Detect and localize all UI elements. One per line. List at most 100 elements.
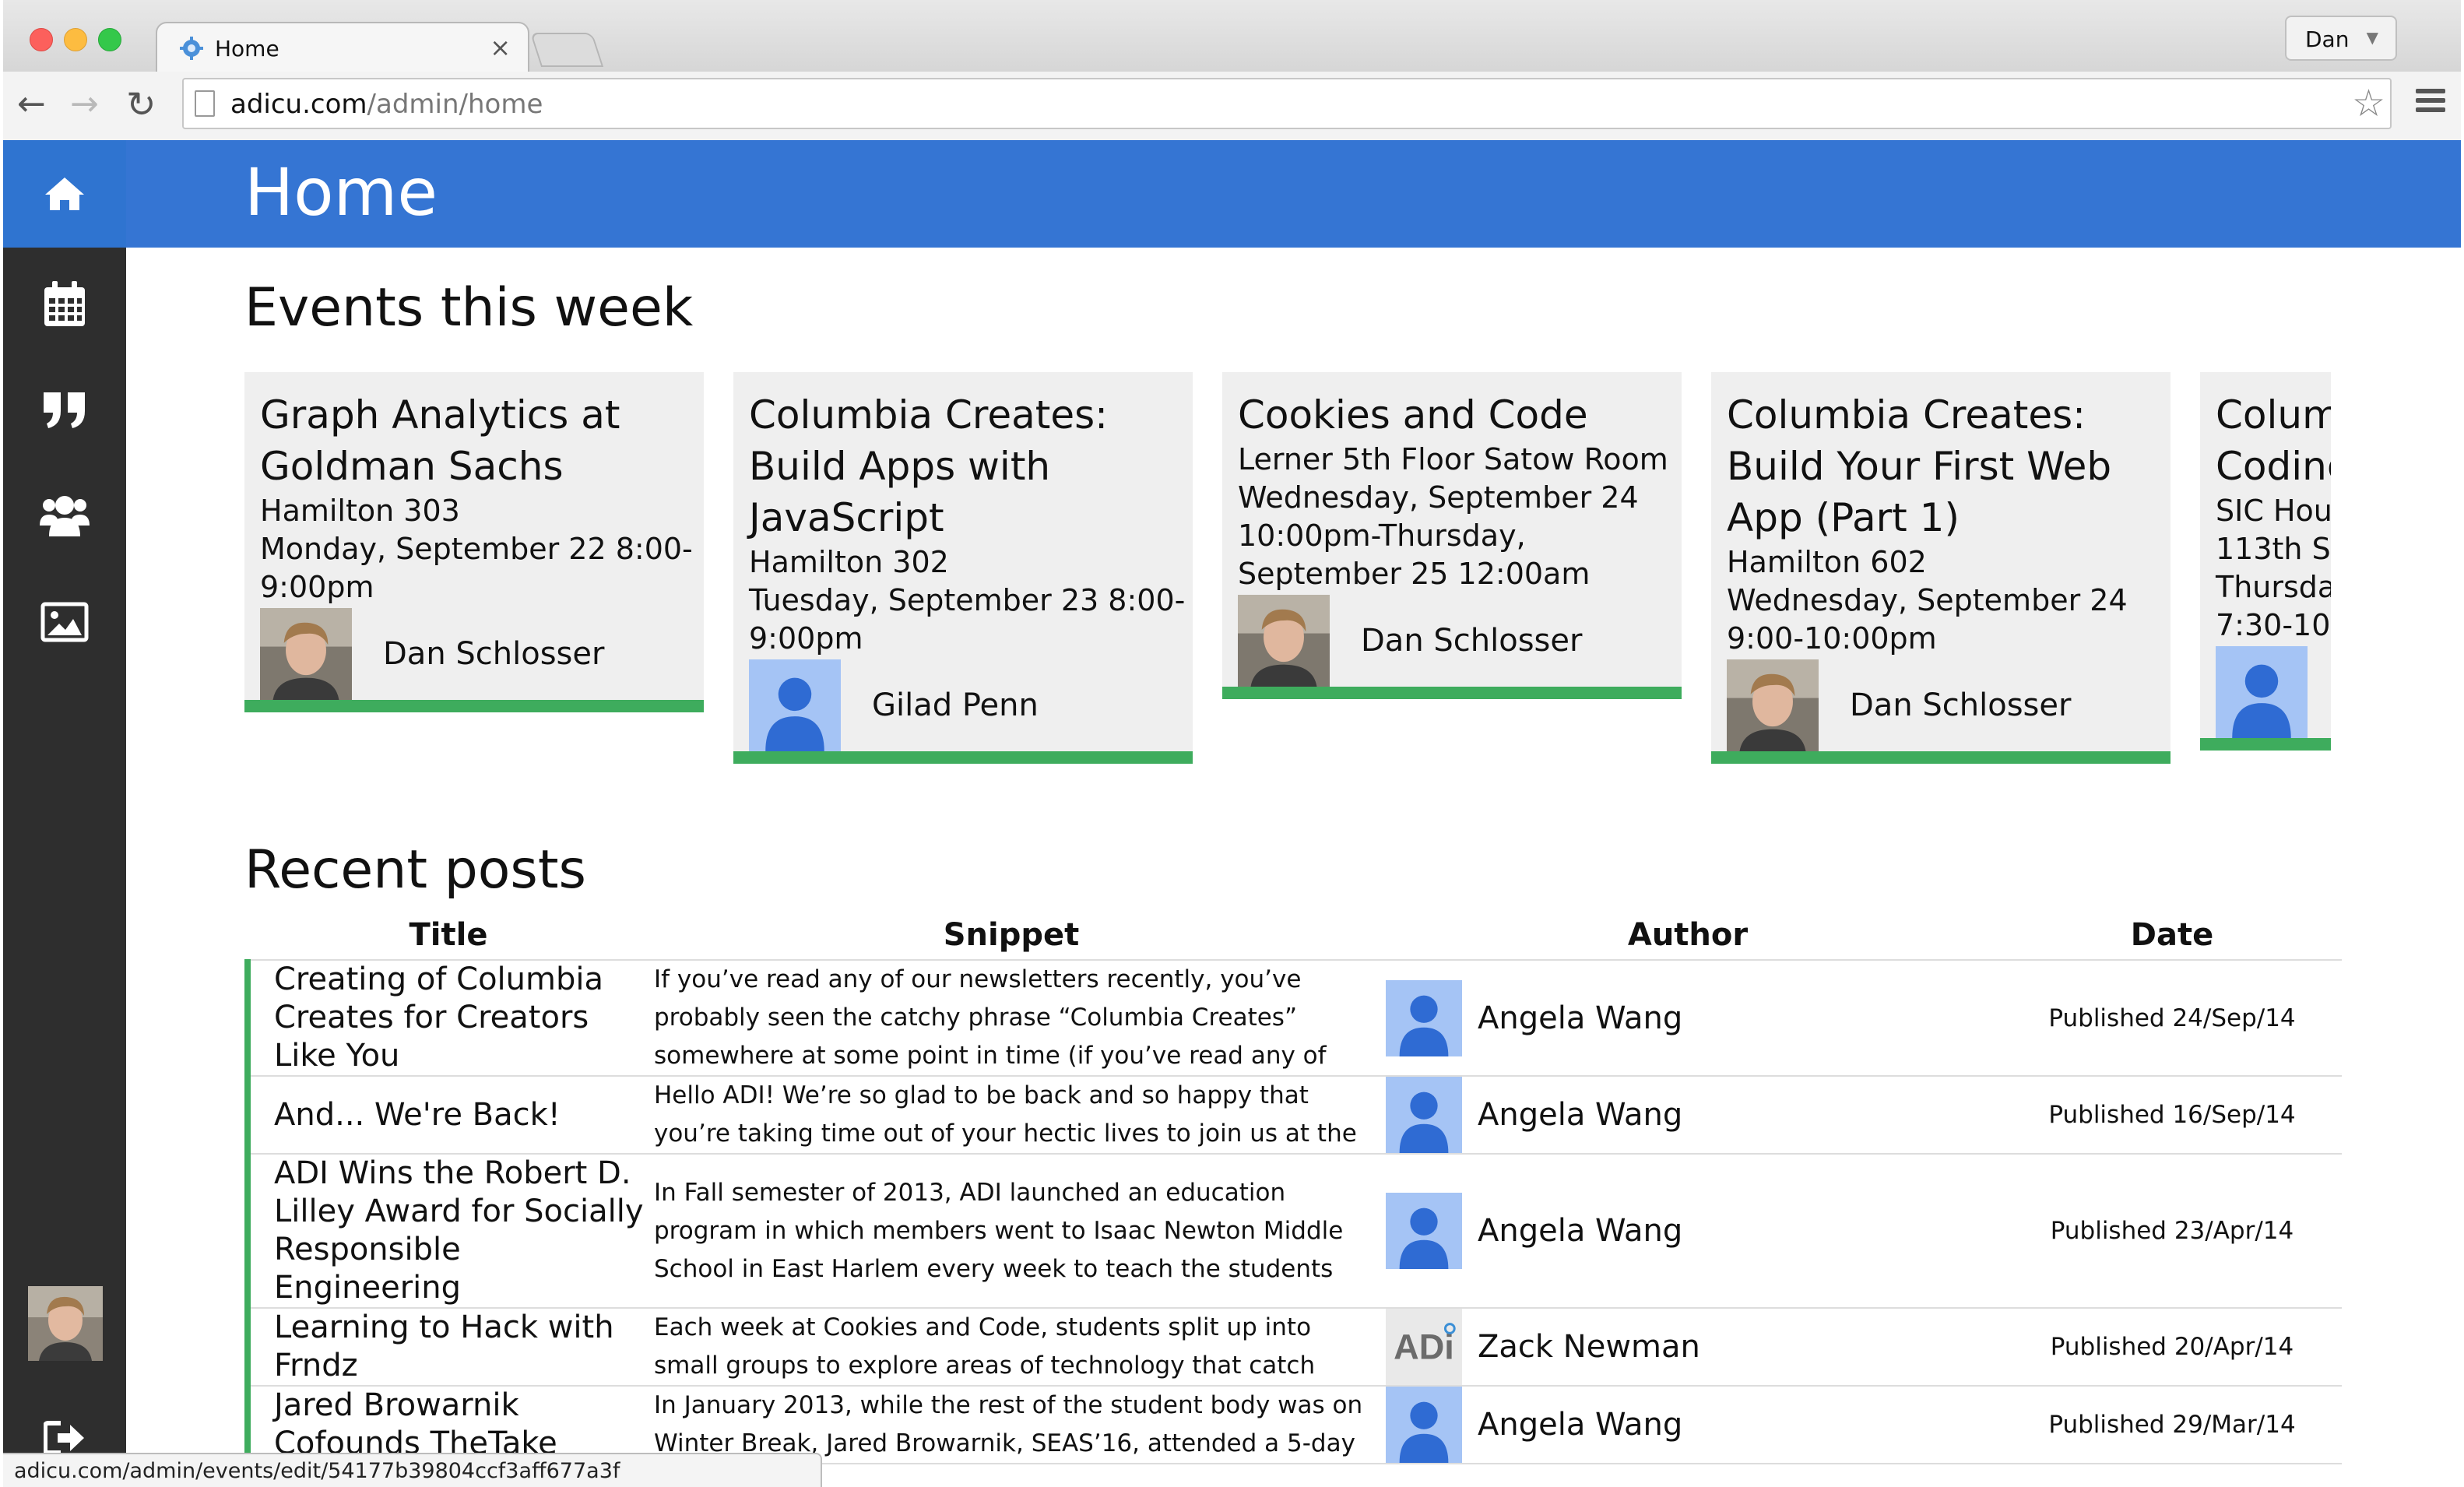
post-title[interactable]: And... We're Back! xyxy=(244,1076,649,1155)
hamburger-menu-icon[interactable] xyxy=(2416,89,2445,115)
default-avatar-icon xyxy=(749,659,841,751)
post-author-cell: Angela Wang xyxy=(1373,1154,2002,1309)
default-avatar-icon xyxy=(1386,1193,1462,1269)
host-avatar xyxy=(260,608,352,700)
event-title-line: Build Apps with xyxy=(749,444,1051,489)
post-snippet: Each week at Cookies and Code, students … xyxy=(654,1313,1316,1380)
user-avatar[interactable] xyxy=(28,1286,103,1361)
sidebar-item-events[interactable] xyxy=(3,277,126,332)
url-text[interactable]: adicu.com/admin/home xyxy=(230,89,543,120)
main-content: Events this week Graph Analytics at Goldm… xyxy=(126,248,2461,1487)
sidebar-item-media[interactable] xyxy=(3,595,126,649)
event-title-line: JavaScript xyxy=(749,495,944,540)
event-card[interactable]: Columbia Creates: Coding SIC House 113th St… xyxy=(2200,372,2331,751)
event-detail-line: Hamilton 602 xyxy=(1727,545,1927,579)
default-avatar-icon xyxy=(1386,1387,1462,1463)
posts-table-header: Title Snippet Author Date xyxy=(248,911,2342,961)
post-date: Published 29/Mar/14 xyxy=(2002,1386,2342,1464)
event-card[interactable]: Columbia Creates: Build Apps with JavaScri… xyxy=(733,372,1193,764)
tab-close-icon[interactable]: × xyxy=(490,33,511,62)
post-title[interactable]: Learning to Hack with Frndz xyxy=(244,1308,649,1387)
post-snippet-cell: In Fall semester of 2013, ADI launched a… xyxy=(649,1154,1373,1309)
post-date: Published 24/Sep/14 xyxy=(2002,960,2342,1077)
address-bar[interactable]: adicu.com/admin/home ☆ xyxy=(182,78,2392,129)
post-snippet-cell: In January 2013, while the rest of the s… xyxy=(649,1386,1373,1464)
events-section-title: Events this week xyxy=(244,277,694,339)
post-author: Angela Wang xyxy=(1373,1077,2002,1153)
post-row[interactable]: Learning to Hack with Frndz Each week at … xyxy=(244,1308,2342,1387)
event-card[interactable]: Graph Analytics at Goldman Sachs Hamilton … xyxy=(244,372,704,712)
event-card[interactable]: Cookies and Code Lerner 5th Floor Satow R… xyxy=(1222,372,1682,699)
status-bar: adicu.com/admin/events/edit/54177b39804c… xyxy=(3,1453,822,1487)
sidebar-item-users[interactable] xyxy=(3,489,126,543)
author-name: Angela Wang xyxy=(1478,1407,1683,1443)
event-detail-line: 113th St xyxy=(2216,532,2331,566)
host-avatar xyxy=(1238,595,1330,687)
event-detail-line: Lerner 5th Floor Satow Room xyxy=(1238,442,1668,476)
minimize-window-button[interactable] xyxy=(64,28,87,51)
host-avatar xyxy=(1727,659,1819,751)
close-window-button[interactable] xyxy=(30,28,53,51)
image-icon xyxy=(40,602,89,642)
post-snippet-cell: If you’ve read any of our newsletters re… xyxy=(649,960,1373,1077)
post-row[interactable]: And... We're Back! Hello ADI! We’re so gl… xyxy=(244,1076,2342,1155)
adi-logo-avatar: ADi xyxy=(1386,1309,1462,1385)
post-author-cell: Angela Wang xyxy=(1373,1386,2002,1464)
author-name: Angela Wang xyxy=(1478,1213,1683,1249)
event-detail-line: Wednesday, September 24 xyxy=(1727,583,2128,617)
zoom-window-button[interactable] xyxy=(98,28,121,51)
status-url: adicu.com/admin/events/edit/54177b39804c… xyxy=(14,1459,620,1483)
calendar-icon xyxy=(44,281,85,326)
author-name: Angela Wang xyxy=(1478,1097,1683,1133)
gear-favicon-icon xyxy=(180,37,203,60)
post-title[interactable]: ADI Wins the Robert D. Lilley Award for … xyxy=(244,1154,649,1309)
forward-arrow-icon[interactable]: → xyxy=(70,86,99,123)
post-title[interactable]: Jared Browarnik Cofounds TheTake xyxy=(244,1386,649,1464)
post-row[interactable]: Creating of Columbia Creates for Creator… xyxy=(244,960,2342,1077)
tab-strip: Home × Dan ▼ xyxy=(3,0,2461,72)
post-date: Published 16/Sep/14 xyxy=(2002,1076,2342,1155)
bookmark-star-icon[interactable]: ☆ xyxy=(2352,83,2385,125)
host-name: Dan Schlosser xyxy=(1361,623,1583,659)
post-title[interactable]: Creating of Columbia Creates for Creator… xyxy=(244,960,649,1077)
event-detail-line: Wednesday, September 24 xyxy=(1238,480,1639,515)
browser-window: Home × Dan ▼ ← → ↻ adicu.com/admin/home … xyxy=(3,0,2461,1487)
new-tab-button[interactable] xyxy=(529,33,604,67)
column-header-date: Date xyxy=(2002,911,2342,961)
column-header-author: Author xyxy=(1373,911,2002,961)
sidebar-item-posts[interactable] xyxy=(3,383,126,438)
posts-table: Title Snippet Author Date Creating of Co… xyxy=(244,911,2342,1464)
default-avatar-icon xyxy=(1386,1077,1462,1153)
event-title-line: Build Your First Web xyxy=(1727,444,2112,489)
url-path: /admin/home xyxy=(367,89,543,120)
event-card[interactable]: Columbia Creates: Build Your First Web App… xyxy=(1711,372,2170,764)
event-detail-line: 9:00-10:00pm xyxy=(1727,621,1937,656)
event-detail-line: SIC House xyxy=(2216,494,2331,528)
column-header-snippet: Snippet xyxy=(649,911,1373,961)
event-detail-line: Thursday xyxy=(2216,570,2331,604)
sidebar-item-home[interactable] xyxy=(3,140,126,248)
users-icon xyxy=(40,496,90,536)
post-date: Published 23/Apr/14 xyxy=(2002,1154,2342,1309)
page-header: Home xyxy=(126,140,2461,248)
profile-name: Dan xyxy=(2305,26,2350,52)
sign-out-icon xyxy=(44,1421,84,1455)
post-date: Published 20/Apr/14 xyxy=(2002,1308,2342,1387)
events-carousel[interactable]: Graph Analytics at Goldman Sachs Hamilton … xyxy=(244,372,2331,808)
post-row[interactable]: ADI Wins the Robert D. Lilley Award for … xyxy=(244,1154,2342,1309)
event-title-line: Columbia Creates: xyxy=(2216,392,2331,438)
back-arrow-icon[interactable]: ← xyxy=(17,86,46,123)
event-detail-line: Monday, September 22 8:00- xyxy=(260,532,693,566)
adi-logo-text: ADi xyxy=(1394,1327,1454,1367)
browser-tab-home[interactable]: Home × xyxy=(156,22,529,72)
profile-menu-button[interactable]: Dan ▼ xyxy=(2285,16,2397,61)
event-detail-line: September 25 12:00am xyxy=(1238,557,1591,591)
home-icon xyxy=(3,167,126,221)
posts-section-title: Recent posts xyxy=(244,839,586,901)
post-row[interactable]: Jared Browarnik Cofounds TheTake In Janua… xyxy=(244,1386,2342,1464)
quote-icon xyxy=(44,392,85,428)
event-host: Gilad Penn xyxy=(749,659,1179,751)
reload-icon[interactable]: ↻ xyxy=(126,86,156,123)
event-detail-line: 9:00pm xyxy=(749,621,863,656)
column-header-title: Title xyxy=(248,911,649,961)
